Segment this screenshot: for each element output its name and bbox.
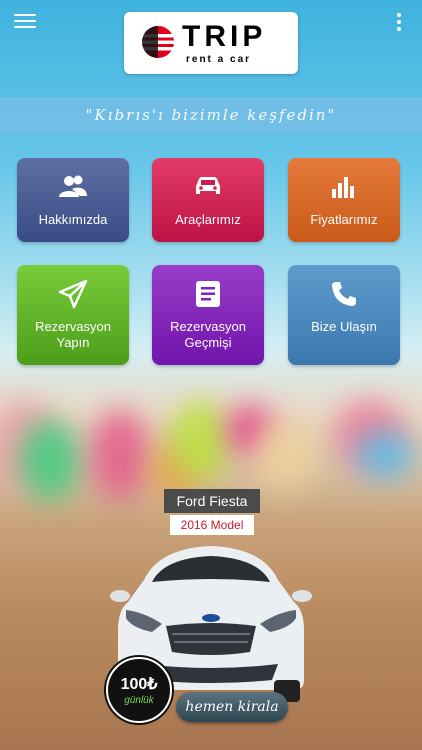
logo-ball-icon (141, 26, 175, 58)
tile-contact-us[interactable]: Bize Ulaşın (288, 265, 400, 365)
hamburger-menu-icon[interactable] (14, 14, 36, 32)
tile-reservation-history[interactable]: Rezervasyon Geçmişi (152, 265, 264, 365)
price-amount: 100₺ (120, 676, 158, 693)
slogan-banner: "Kıbrıs'ı bizimle keşfedin" (0, 97, 422, 133)
bar-chart-icon (327, 170, 361, 204)
price-period: günlük (124, 695, 154, 706)
tile-make-reservation[interactable]: Rezervasyon Yapın (17, 265, 129, 365)
top-bar: TRIP rent a car (0, 0, 422, 90)
rent-now-button[interactable]: hemen kirala (176, 692, 288, 722)
tile-label: Fiyatlarımız (310, 212, 378, 227)
logo-title: TRIP (182, 20, 267, 53)
tile-prices[interactable]: Fiyatlarımız (288, 158, 400, 242)
tile-label: Bize Ulaşın (311, 319, 377, 334)
tile-label: Rezervasyon Yapın (35, 319, 111, 350)
price-badge: 100₺ günlük (106, 657, 172, 723)
trip-logo: TRIP rent a car (124, 12, 298, 74)
more-vertical-icon[interactable] (396, 13, 402, 33)
tile-label: Hakkımızda (38, 212, 108, 227)
phone-icon (327, 277, 361, 311)
tile-about-us[interactable]: Hakkımızda (17, 158, 129, 242)
document-icon (191, 277, 225, 311)
tile-label: Rezervasyon Geçmişi (170, 319, 246, 350)
featured-car-model: 2016 Model (170, 515, 254, 535)
tile-our-cars[interactable]: Araçlarımız (152, 158, 264, 242)
slogan-text: "Kıbrıs'ı bizimle keşfedin" (85, 106, 337, 124)
users-icon (56, 170, 90, 204)
car-icon (191, 170, 225, 204)
logo-subtitle: rent a car (186, 54, 252, 65)
paper-plane-icon (56, 277, 90, 311)
tile-label: Araçlarımız (175, 212, 241, 227)
featured-car-name: Ford Fiesta (164, 489, 260, 513)
